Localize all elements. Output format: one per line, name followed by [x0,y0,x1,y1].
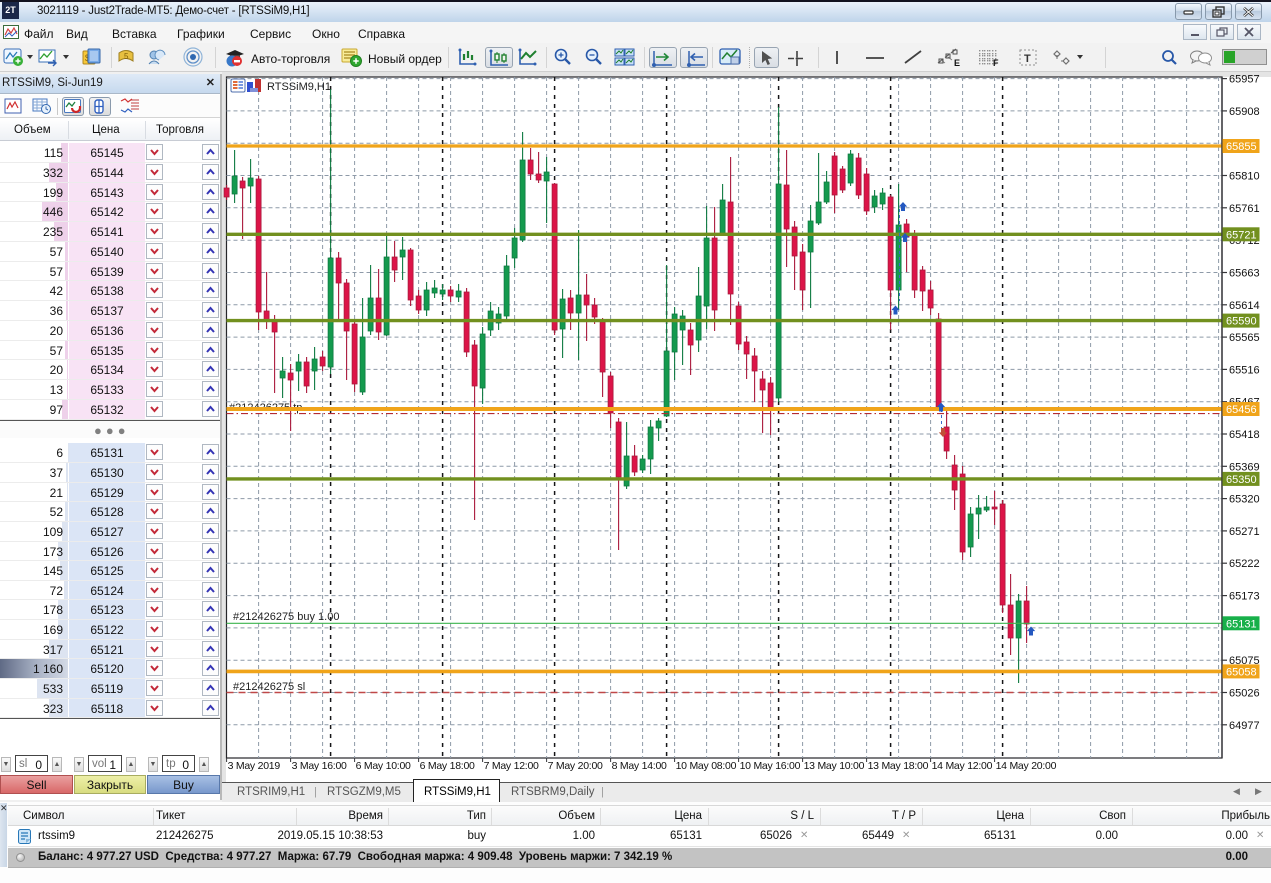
svg-text:65058: 65058 [1226,666,1257,678]
svg-text:65222: 65222 [1229,558,1260,570]
svg-text:7 May 20:00: 7 May 20:00 [548,760,603,772]
svg-text:65418: 65418 [1229,429,1260,441]
svg-text:8 May 14:00: 8 May 14:00 [612,760,667,772]
svg-text:3 May 16:00: 3 May 16:00 [292,760,347,772]
svg-text:6 May 10:00: 6 May 10:00 [356,760,411,772]
svg-text:65369: 65369 [1229,461,1260,473]
svg-text:65516: 65516 [1229,364,1260,376]
svg-text:6 May 18:00: 6 May 18:00 [420,760,475,772]
svg-text:14 May 20:00: 14 May 20:00 [996,760,1057,772]
svg-text:65131: 65131 [1226,618,1257,630]
svg-text:65663: 65663 [1229,268,1260,280]
svg-text:65957: 65957 [1229,74,1260,86]
svg-text:65614: 65614 [1229,300,1260,312]
svg-text:65565: 65565 [1229,332,1260,344]
svg-text:65456: 65456 [1226,404,1257,416]
svg-text:65721: 65721 [1226,229,1257,241]
svg-text:F: F [993,58,999,68]
svg-text:3 May 2019: 3 May 2019 [228,760,281,772]
svg-text:RTSSiM9,H1: RTSSiM9,H1 [267,81,331,93]
svg-text:5: 5 [124,52,129,61]
svg-text:65590: 65590 [1226,316,1257,328]
svg-text:#212426275 buy 1.00: #212426275 buy 1.00 [233,611,339,623]
svg-text:65810: 65810 [1229,171,1260,183]
svg-text:7 May 12:00: 7 May 12:00 [484,760,539,772]
svg-text:T: T [1024,53,1031,65]
svg-text:65908: 65908 [1229,106,1260,118]
svg-text:64977: 64977 [1229,720,1260,732]
svg-text:14 May 12:00: 14 May 12:00 [932,760,993,772]
svg-text:65271: 65271 [1229,526,1260,538]
svg-text:13 May 18:00: 13 May 18:00 [868,760,929,772]
svg-text:65350: 65350 [1226,474,1257,486]
svg-text:65026: 65026 [1229,688,1260,700]
svg-text:10 May 08:00: 10 May 08:00 [676,760,737,772]
svg-text:13 May 10:00: 13 May 10:00 [804,760,865,772]
svg-text:65320: 65320 [1229,494,1260,506]
svg-text:#212426275 sl: #212426275 sl [233,681,305,693]
svg-text:10 May 16:00: 10 May 16:00 [740,760,801,772]
svg-text:65855: 65855 [1226,141,1257,153]
svg-text:65761: 65761 [1229,203,1260,215]
svg-text:65173: 65173 [1229,591,1260,603]
svg-text:E: E [954,58,960,68]
